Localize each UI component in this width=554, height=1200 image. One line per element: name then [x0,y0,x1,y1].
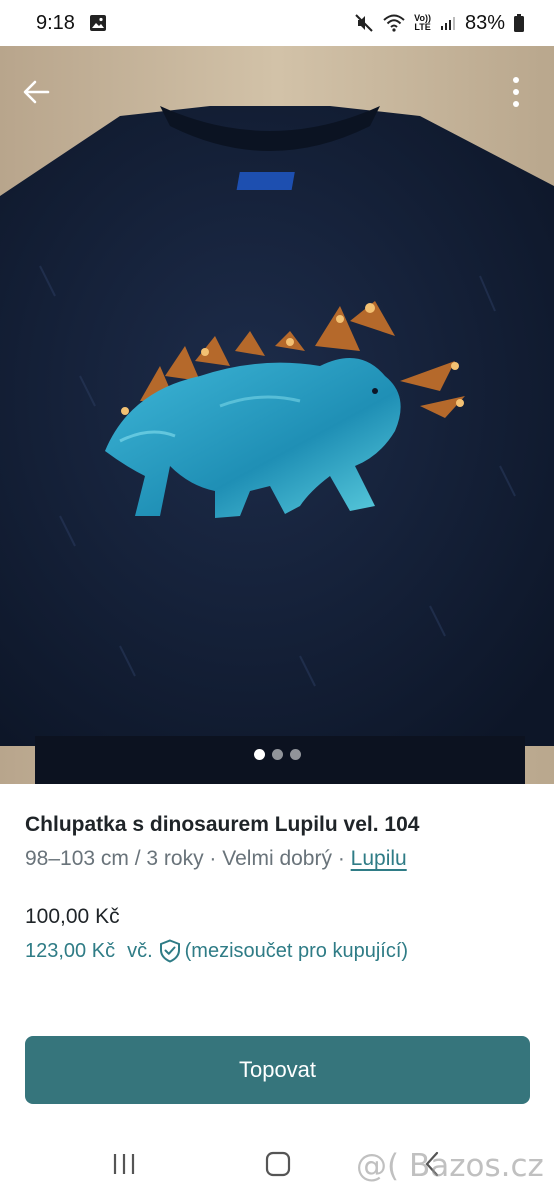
item-condition: Velmi dobrý [222,847,332,870]
more-vert-icon [513,77,519,107]
battery-percent: 83% [464,11,505,34]
status-left: 9:18 [36,12,107,35]
wifi-icon [383,14,405,32]
item-title: Chlupatka s dinosaurem Lupilu vel. 104 [25,813,420,836]
buyer-price-note: (mezisoučet pro kupující) [184,939,409,962]
signal-icon [440,15,456,31]
buyer-price-prefix: vč. [127,939,153,962]
gallery-dot[interactable] [289,749,301,760]
system-back-button[interactable] [412,1146,452,1182]
recent-apps-icon [113,1154,135,1174]
product-image-gallery[interactable] [0,46,554,784]
status-time: 9:18 [36,11,75,34]
buyer-price-value: 123,00 Kč [25,939,116,962]
recent-apps-button[interactable] [104,1146,144,1182]
meta-separator: · [331,847,351,870]
product-photo [0,46,554,784]
buyer-price-info[interactable]: 123,00 Kč vč. (mezisoučet pro kupující) [25,939,408,963]
brand-link[interactable]: Lupilu [351,847,407,870]
back-button[interactable] [16,72,56,112]
bump-button[interactable]: Topovat [25,1036,530,1104]
status-right: Vo)) LTE 83% [354,12,524,35]
item-price: 100,00 Kč [25,905,120,928]
item-meta: 98–103 cm / 3 roky · Velmi dobrý · Lupil… [25,846,530,872]
system-nav-bar [0,1126,554,1200]
mute-icon [354,13,374,33]
meta-separator: · [203,847,223,870]
image-icon [89,14,107,32]
gallery-pagination [0,749,554,760]
arrow-left-icon [23,80,50,104]
gallery-dot[interactable] [271,749,283,760]
home-icon [265,1151,291,1177]
chevron-left-icon [425,1151,439,1177]
home-button[interactable] [258,1146,298,1182]
network-label-bottom: LTE [414,22,431,32]
more-options-button[interactable] [496,72,536,112]
gallery-dot[interactable] [253,749,265,760]
item-details: Chlupatka s dinosaurem Lupilu vel. 104 9… [25,812,530,872]
shield-check-icon [159,939,181,963]
status-bar: 9:18 Vo)) LTE 83% [0,0,554,46]
network-type-label: Vo)) LTE [414,14,431,32]
item-size: 98–103 cm / 3 roky [25,847,204,870]
battery-icon [514,14,524,32]
